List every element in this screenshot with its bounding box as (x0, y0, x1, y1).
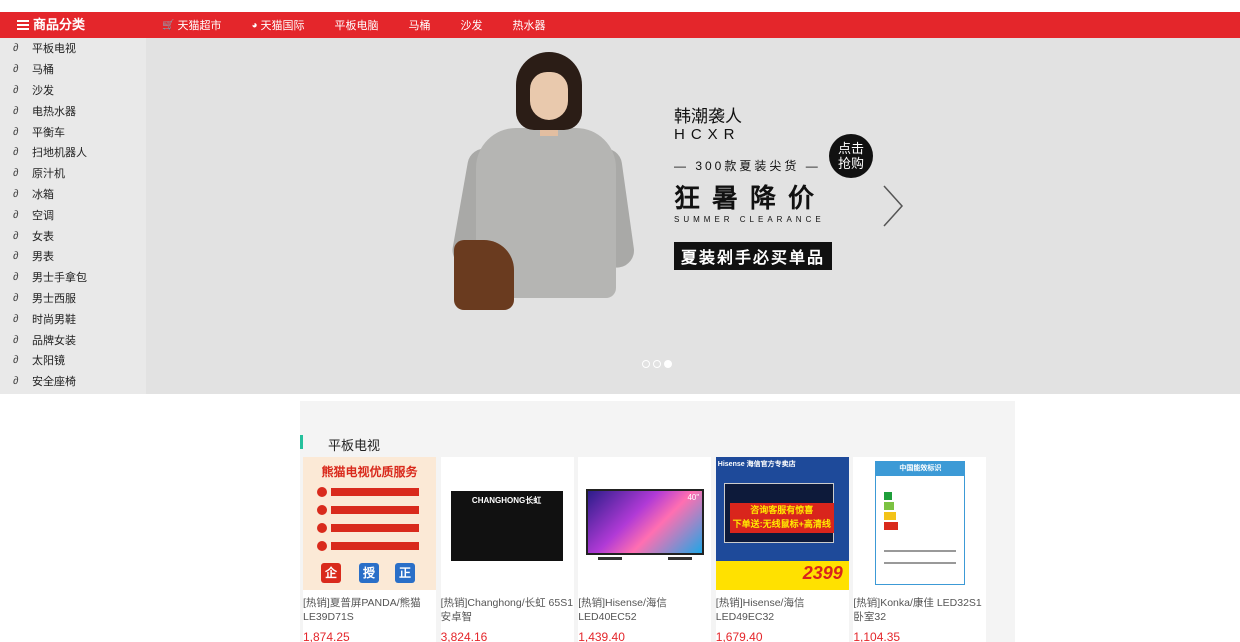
link-icon: ∂ (13, 333, 19, 346)
product-image[interactable]: 熊猫电视优质服务 企 授 正 (303, 457, 436, 590)
sidebar-item-5[interactable]: ∂ 扫地机器人 (0, 142, 146, 163)
link-icon: ∂ (13, 375, 19, 388)
nav-link-toilet[interactable]: 马桶 (409, 17, 431, 33)
sidebar-item-12[interactable]: ∂ 男士西服 (0, 288, 146, 309)
link-icon: ∂ (13, 104, 19, 117)
category-title: 商品分类 (33, 17, 86, 32)
link-icon: ∂ (13, 291, 19, 304)
sidebar-item-1[interactable]: ∂ 马桶 (0, 59, 146, 80)
product-price: 1,874.25 (303, 630, 350, 642)
sidebar-item-4[interactable]: ∂ 平衡车 (0, 121, 146, 142)
hero-banner[interactable]: 韩潮袭人 HCXR — 300款夏装尖货 — 狂暑降价 SUMMER CLEAR… (146, 38, 1240, 394)
banner-model-image (449, 50, 637, 342)
sidebar-item-3[interactable]: ∂ 电热水器 (0, 100, 146, 121)
link-icon: ∂ (13, 42, 19, 55)
product-name[interactable]: [热销]Konka/康佳 LED32S1卧室32 (853, 590, 986, 624)
link-icon: ∂ (13, 312, 19, 325)
top-nav-bar: 商品分类 🛒 天猫超市 ◕ 天猫国际 平板电脑 马桶 沙发 热水器 (0, 12, 1240, 38)
product-name[interactable]: [热销]夏普屏PANDA/熊猫 LE39D71S (303, 590, 436, 624)
nav-link-tmall-global[interactable]: ◕ 天猫国际 (251, 17, 304, 33)
category-menu-toggle[interactable]: 商品分类 (17, 12, 85, 38)
product-price: 3,824.16 (440, 630, 488, 642)
nav-link-tmall-supermarket[interactable]: 🛒 天猫超市 (162, 17, 221, 33)
banner-subtitle: — 300款夏装尖货 — (674, 159, 821, 173)
product-card[interactable]: CHANGHONG长虹 [热销]Changhong/长虹 65S1 安卓智 3,… (440, 457, 574, 642)
link-icon: ∂ (13, 229, 19, 242)
nav-links: 🛒 天猫超市 ◕ 天猫国际 平板电脑 马桶 沙发 热水器 (162, 12, 576, 38)
link-icon: ∂ (13, 250, 19, 263)
nav-link-sofa[interactable]: 沙发 (461, 17, 483, 33)
product-image[interactable]: CHANGHONG长虹 (440, 457, 574, 590)
section-accent-bar (300, 435, 303, 449)
category-sidebar: ∂ 平板电视 ∂ 马桶 ∂ 沙发 ∂ 电热水器 ∂ 平衡车 ∂ 扫地机器人 ∂ 原汁机 ∂ 冰箱… (0, 38, 146, 394)
product-image[interactable]: 中国能效标识 (853, 457, 987, 590)
product-section: 平板电视 熊猫电视优质服务 企 授 正 [热销]夏普屏PANDA/熊猫 LE39… (300, 401, 1015, 642)
product-card[interactable]: 中国能效标识 [热销]Konka/康佳 LED32S1卧室32 1,104.35 (853, 457, 987, 642)
sidebar-item-11[interactable]: ∂ 男士手拿包 (0, 267, 146, 288)
sidebar-item-8[interactable]: ∂ 空调 (0, 204, 146, 225)
link-icon: ∂ (13, 354, 19, 367)
sidebar-item-7[interactable]: ∂ 冰箱 (0, 184, 146, 205)
link-icon: ∂ (13, 271, 19, 284)
globe-icon: ◕ (251, 19, 258, 31)
next-slide-arrow-icon[interactable] (880, 184, 906, 228)
link-icon: ∂ (13, 146, 19, 159)
carousel-dot-1[interactable] (642, 360, 650, 368)
carousel-dot-3[interactable] (664, 360, 672, 368)
sidebar-item-15[interactable]: ∂ 太阳镜 (0, 350, 146, 371)
cart-icon: 🛒 (162, 19, 175, 31)
carousel-dot-2[interactable] (653, 360, 661, 368)
list-icon (17, 20, 29, 30)
product-card[interactable]: Hisense 海信官方专卖店 咨询客服有惊喜 下单送:无线鼠标+高清线 239… (715, 457, 849, 642)
banner-title-en: HCXR (674, 126, 741, 143)
product-price: 1,104.35 (853, 630, 901, 642)
sidebar-item-13[interactable]: ∂ 时尚男鞋 (0, 308, 146, 329)
product-price: 1,439.40 (578, 630, 625, 642)
nav-link-tablet[interactable]: 平板电脑 (335, 17, 379, 33)
product-list: 熊猫电视优质服务 企 授 正 [热销]夏普屏PANDA/熊猫 LE39D71S … (303, 457, 991, 642)
banner-headline-en: SUMMER CLEARANCE (674, 215, 825, 224)
carousel-dots (642, 360, 675, 368)
link-icon: ∂ (13, 125, 19, 138)
section-title: 平板电视 (328, 438, 381, 453)
link-icon: ∂ (13, 208, 19, 221)
product-card[interactable]: 40" [热销]Hisense/海信 LED40EC52 1,439.40 (578, 457, 712, 642)
sidebar-item-14[interactable]: ∂ 品牌女装 (0, 329, 146, 350)
buy-now-badge[interactable]: 点击 抢购 (829, 134, 873, 178)
product-image[interactable]: Hisense 海信官方专卖店 咨询客服有惊喜 下单送:无线鼠标+高清线 239… (715, 457, 849, 590)
link-icon: ∂ (13, 83, 19, 96)
product-name[interactable]: [热销]Hisense/海信 LED40EC52 (578, 590, 711, 624)
sidebar-item-9[interactable]: ∂ 女表 (0, 225, 146, 246)
link-icon: ∂ (13, 187, 19, 200)
product-image[interactable]: 40" (578, 457, 712, 590)
sidebar-item-0[interactable]: ∂ 平板电视 (0, 38, 146, 59)
banner-copy: 韩潮袭人 HCXR — 300款夏装尖货 — 狂暑降价 SUMMER CLEAR… (674, 102, 833, 270)
banner-headline: 狂暑降价 (674, 183, 827, 213)
banner-title-cn: 韩潮袭人 (674, 107, 742, 126)
sidebar-item-16[interactable]: ∂ 安全座椅 (0, 371, 146, 392)
product-card[interactable]: 熊猫电视优质服务 企 授 正 [热销]夏普屏PANDA/熊猫 LE39D71S … (303, 457, 436, 642)
product-name[interactable]: [热销]Changhong/长虹 65S1 安卓智 (441, 590, 574, 624)
banner-cta[interactable]: 夏装剁手必买单品 (674, 242, 833, 270)
sidebar-item-6[interactable]: ∂ 原汁机 (0, 163, 146, 184)
link-icon: ∂ (13, 167, 19, 180)
product-name[interactable]: [热销]Hisense/海信 LED49EC32 (716, 590, 849, 624)
link-icon: ∂ (13, 63, 19, 76)
sidebar-item-2[interactable]: ∂ 沙发 (0, 80, 146, 101)
product-price: 1,679.40 (715, 630, 763, 642)
nav-link-water-heater[interactable]: 热水器 (513, 17, 546, 33)
sidebar-item-10[interactable]: ∂ 男表 (0, 246, 146, 267)
